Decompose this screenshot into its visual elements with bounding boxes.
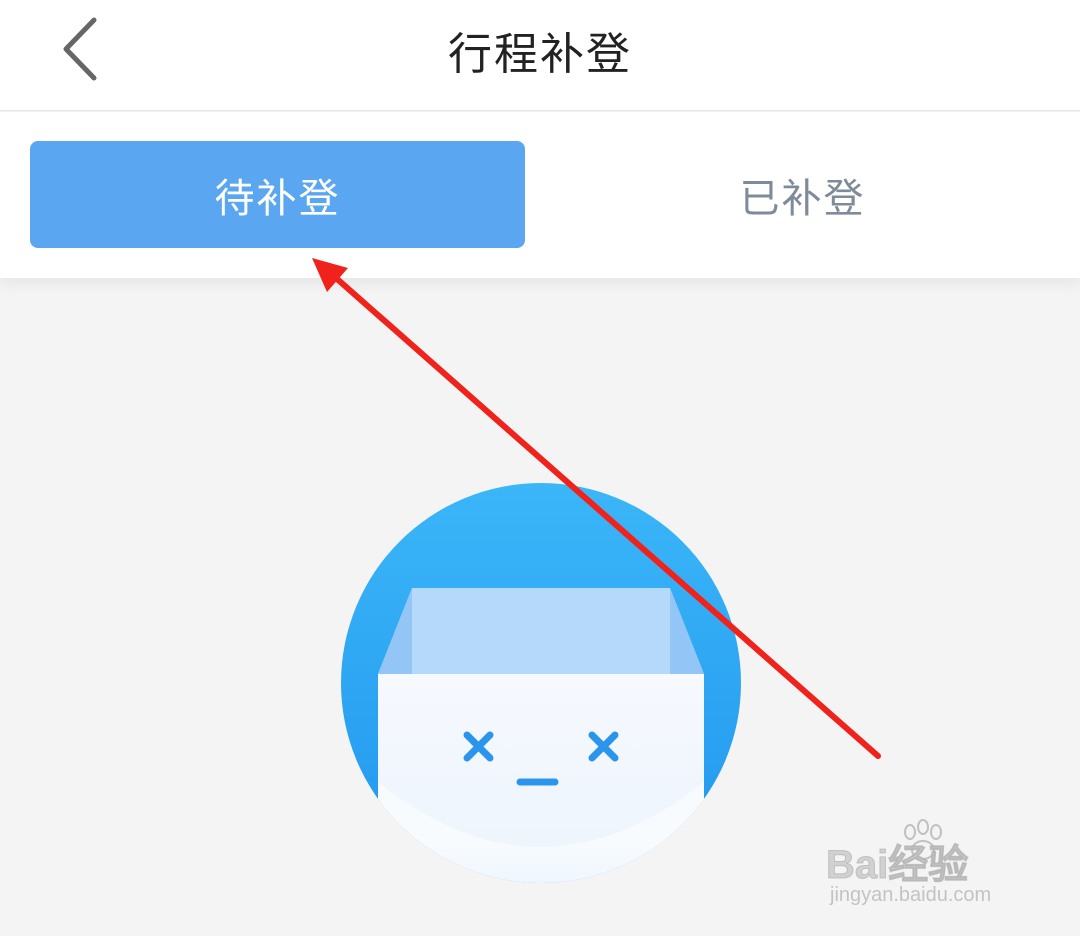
page-title: 行程补登	[448, 29, 632, 80]
tab-pending[interactable]: 待补登	[30, 141, 525, 248]
tab-completed[interactable]: 已补登	[555, 141, 1050, 248]
empty-state-illustration	[340, 482, 742, 884]
empty-box-icon	[341, 483, 741, 883]
watermark: Bai经验 jingyan.baidu.com	[825, 818, 1036, 918]
watermark-brand: Bai经验	[825, 843, 969, 888]
tab-bar: 待补登 已补登	[0, 112, 1080, 278]
top-bar: 行程补登	[0, 0, 1080, 111]
watermark-url: jingyan.baidu.com	[830, 884, 992, 906]
